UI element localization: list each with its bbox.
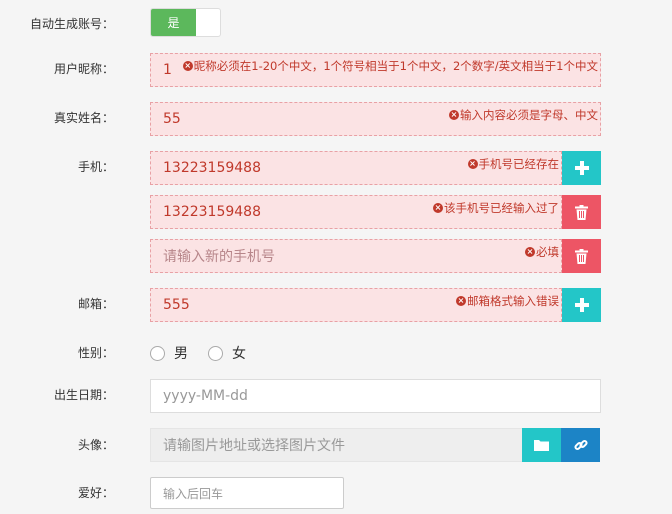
email-value: 555 — [163, 297, 190, 313]
phone-value-1: 13223159488 — [163, 160, 261, 176]
nickname-error: × 昵称必须在1-20个中文，1个符号相当于1个中文，2个数字/英文相当于1个中… — [182, 59, 598, 73]
x-circle-icon: × — [449, 110, 459, 120]
auto-account-toggle[interactable]: 是 — [150, 8, 221, 37]
avatar-input[interactable]: 请输图片地址或选择图片文件 — [150, 428, 523, 462]
x-circle-icon: × — [456, 296, 466, 306]
hobby-input[interactable]: 输入后回车 — [150, 477, 344, 509]
gender-option-female[interactable]: 女 — [208, 343, 246, 363]
gender-label: 性别： — [77, 346, 114, 360]
avatar-placeholder: 请输图片地址或选择图片文件 — [163, 438, 345, 454]
trash-icon — [575, 204, 588, 220]
hobby-label: 爱好： — [77, 486, 114, 500]
link-button[interactable] — [561, 428, 600, 462]
x-circle-icon: × — [467, 159, 478, 169]
link-icon — [573, 439, 588, 451]
avatar-label: 头像： — [77, 438, 114, 452]
phone-error-1: × 手机号已经存在 — [467, 157, 559, 171]
email-input[interactable]: 555 × 邮箱格式输入错误 — [150, 288, 562, 322]
birthday-label: 出生日期： — [53, 388, 114, 402]
phone-error-2: × 该手机号已经输入过了 — [433, 201, 559, 215]
auto-account-label: 自动生成账号： — [29, 17, 114, 31]
radio-circle-icon[interactable] — [150, 345, 165, 361]
trash-icon — [575, 248, 588, 264]
realname-value: 55 — [163, 111, 181, 127]
nickname-value: 1 — [163, 62, 172, 78]
email-label: 邮箱： — [77, 297, 114, 311]
phone-input-2[interactable]: 13223159488 × 该手机号已经输入过了 — [150, 195, 562, 229]
choose-file-button[interactable] — [522, 428, 561, 462]
plus-icon — [574, 298, 589, 312]
phone-label: 手机： — [77, 160, 114, 174]
x-circle-icon: × — [433, 203, 443, 213]
radio-circle-icon[interactable] — [208, 345, 223, 361]
birthday-placeholder: yyyy-MM-dd — [163, 388, 248, 404]
phone-error-3: × 必填 — [525, 245, 559, 259]
nickname-label: 用户昵称： — [53, 62, 114, 76]
add-phone-button[interactable] — [562, 151, 601, 185]
hobby-placeholder: 输入后回车 — [163, 486, 224, 501]
delete-phone-button-1[interactable] — [562, 195, 601, 229]
toggle-on-label: 是 — [151, 9, 196, 36]
phone-input-1[interactable]: 13223159488 × 手机号已经存在 — [150, 151, 562, 185]
phone-input-3[interactable]: 请输入新的手机号 × 必填 — [150, 239, 562, 273]
plus-icon — [574, 161, 589, 175]
realname-error: × 输入内容必须是字母、中文 — [449, 108, 598, 122]
phone-placeholder-3: 请输入新的手机号 — [163, 249, 275, 265]
nickname-input[interactable]: 1 × 昵称必须在1-20个中文，1个符号相当于1个中文，2个数字/英文相当于1… — [150, 53, 601, 87]
gender-option-male[interactable]: 男 — [150, 343, 188, 363]
realname-input[interactable]: 55 × 输入内容必须是字母、中文 — [150, 102, 601, 136]
add-email-button[interactable] — [562, 288, 601, 322]
delete-phone-button-2[interactable] — [562, 239, 601, 273]
x-circle-icon: × — [182, 61, 193, 71]
phone-value-2: 13223159488 — [163, 204, 261, 220]
folder-icon — [534, 440, 549, 451]
birthday-input[interactable]: yyyy-MM-dd — [150, 379, 601, 413]
x-circle-icon: × — [525, 247, 535, 257]
email-error: × 邮箱格式输入错误 — [456, 294, 559, 308]
realname-label: 真实姓名： — [53, 111, 114, 125]
